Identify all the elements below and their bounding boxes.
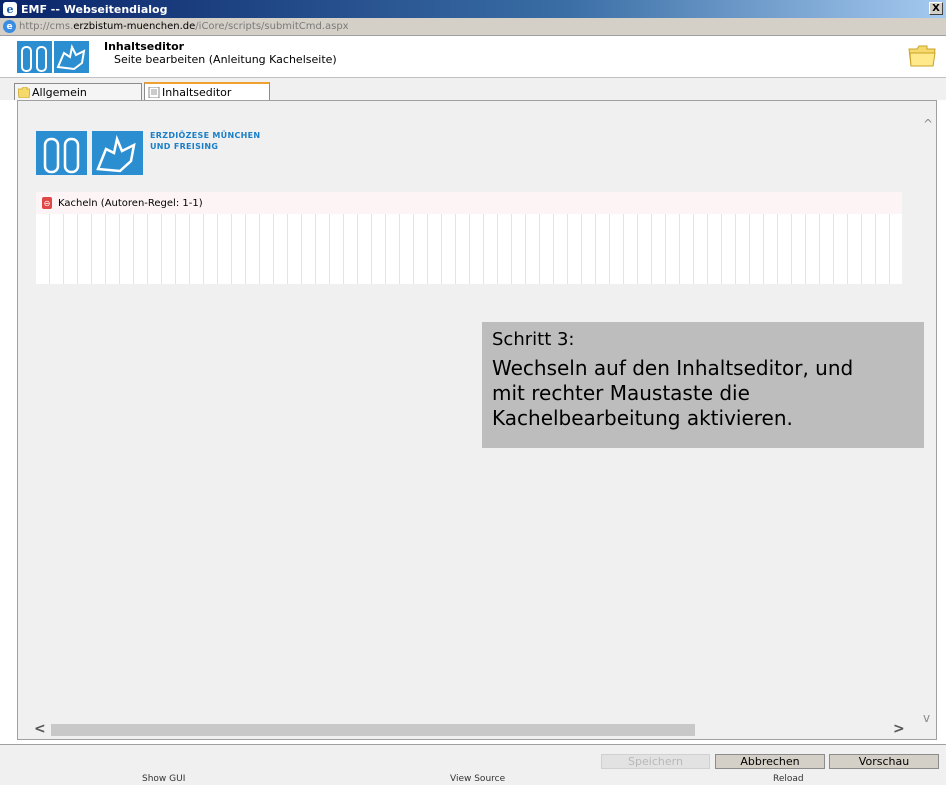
document-icon [148, 86, 160, 98]
callout-line: mit rechter Maustaste die [492, 381, 750, 405]
reload-link[interactable]: Reload [773, 774, 804, 784]
tiles-header[interactable]: ⊖ Kacheln (Autoren-Regel: 1-1) [36, 192, 902, 214]
page-icon: e [3, 20, 16, 33]
diocese-logo-left-icon [36, 131, 87, 175]
save-button[interactable]: Speichern [601, 754, 710, 769]
scrollbar-thumb[interactable] [51, 724, 695, 736]
tab-allgemein[interactable]: Allgemein [14, 83, 142, 100]
callout-line: Kachelbearbeitung aktivieren. [492, 406, 793, 430]
scroll-left-icon[interactable]: < [34, 721, 46, 737]
tiles-element-icon: ⊖ [42, 197, 52, 209]
org-name-line2: UND FREISING [150, 142, 219, 151]
folder-icon [18, 86, 30, 98]
view-source-link[interactable]: View Source [450, 774, 505, 784]
cancel-button[interactable]: Abbrechen [715, 754, 825, 769]
diocese-logo-right-icon [92, 131, 143, 175]
show-gui-link[interactable]: Show GUI [142, 774, 185, 784]
callout-title: Schritt 3: [492, 329, 575, 350]
url-domain: erzbistum-muenchen.de [73, 21, 196, 32]
callout-body: Wechseln auf den Inhaltseditor, und mit … [492, 356, 914, 431]
tab-label: Inhaltseditor [162, 85, 232, 99]
tab-bar: Allgemein Inhaltseditor [0, 78, 946, 100]
url-path: /iCore/scripts/submitCmd.aspx [195, 21, 349, 32]
logo-left-icon [17, 41, 52, 73]
header-subtitle: Seite bearbeiten (Anleitung Kachelseite) [114, 53, 337, 66]
horizontal-scrollbar[interactable]: < > [18, 721, 918, 739]
dialog-header: Inhaltseditor Seite bearbeiten (Anleitun… [0, 36, 946, 78]
tiles-container[interactable]: ⊖ Kacheln (Autoren-Regel: 1-1) [36, 192, 902, 284]
tab-inhaltseditor[interactable]: Inhaltseditor [144, 82, 270, 100]
window-titlebar: e EMF -- Webseitendialog X [0, 0, 946, 18]
tab-label: Allgemein [32, 85, 87, 99]
close-button[interactable]: X [929, 2, 943, 15]
scroll-right-icon[interactable]: > [893, 721, 905, 737]
dialog-footer: Speichern Abbrechen Vorschau Show GUI Vi… [0, 744, 946, 785]
folder-icon [908, 44, 936, 67]
address-bar: e http://cms. erzbistum-muenchen.de/iCore… [0, 18, 946, 36]
callout-line: Wechseln auf den Inhaltseditor, und [492, 356, 854, 380]
window-title: EMF -- Webseitendialog [21, 2, 168, 16]
scroll-up-icon[interactable]: ^ [923, 117, 933, 131]
ie-icon: e [3, 2, 17, 16]
org-name-line1: ERZDIÖZESE MÜNCHEN [150, 131, 261, 140]
tiles-label: Kacheln (Autoren-Regel: 1-1) [58, 197, 203, 209]
scroll-down-icon[interactable]: v [923, 711, 930, 725]
url-prefix: http://cms. [19, 21, 74, 32]
header-title: Inhaltseditor [104, 40, 185, 53]
instruction-callout: Schritt 3: Wechseln auf den Inhaltsedito… [482, 322, 924, 448]
logo-right-icon [54, 41, 89, 73]
preview-button[interactable]: Vorschau [829, 754, 939, 769]
